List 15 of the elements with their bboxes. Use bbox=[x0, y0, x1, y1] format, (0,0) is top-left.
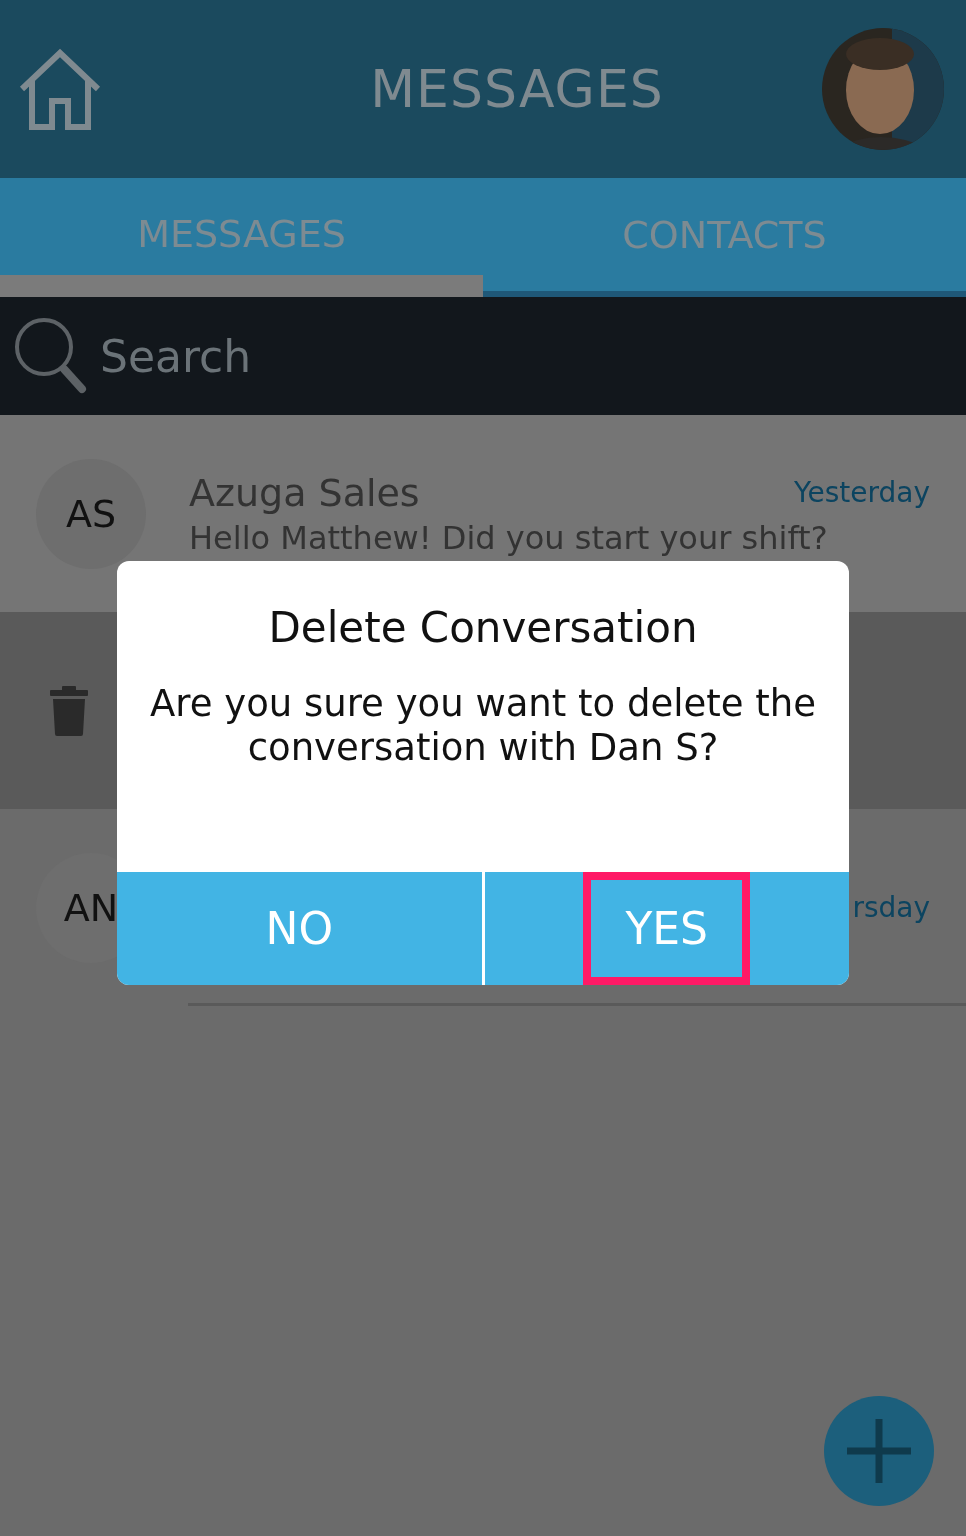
message-preview: Hello Matthew! Did you start your shift? bbox=[189, 518, 829, 557]
dialog-button[interactable]: NO bbox=[231, 872, 367, 985]
plus-icon bbox=[847, 1419, 911, 1483]
message-time: rsday bbox=[852, 891, 930, 924]
trash-icon[interactable] bbox=[50, 685, 88, 736]
dialog-message: Are you sure you want to delete the conversation with Dan S? bbox=[149, 682, 817, 770]
search-bar[interactable]: Search bbox=[0, 297, 966, 415]
contact-name: Azuga Sales bbox=[189, 470, 420, 515]
initials-avatar: AS bbox=[36, 458, 146, 569]
home-icon[interactable] bbox=[18, 47, 102, 131]
page-title: MESSAGES bbox=[370, 59, 664, 119]
search-icon bbox=[14, 317, 88, 395]
dialog-button[interactable]: YES bbox=[583, 872, 751, 985]
search-field[interactable]: Search bbox=[98, 329, 702, 383]
message-time: Yesterday bbox=[794, 476, 930, 509]
